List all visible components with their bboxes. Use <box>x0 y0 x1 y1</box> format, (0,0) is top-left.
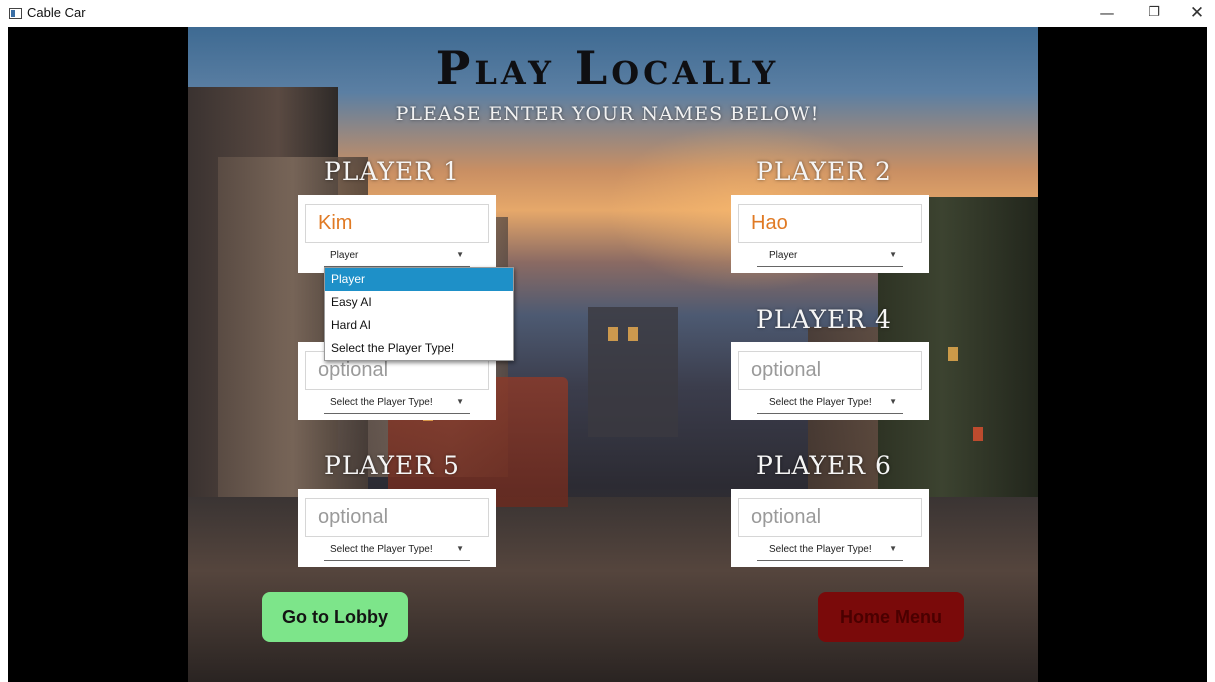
player-5-card: Select the Player Type! ▼ <box>298 489 496 567</box>
player-6-type-value: Select the Player Type! <box>769 544 872 555</box>
go-to-lobby-button[interactable]: Go to Lobby <box>262 592 408 642</box>
dropdown-option-player[interactable]: Player <box>325 268 513 291</box>
player-4-type-value: Select the Player Type! <box>769 397 872 408</box>
player-1-label: Player 1 <box>324 157 460 186</box>
window-light <box>628 327 638 341</box>
player-2-type-select[interactable]: Player ▼ <box>757 246 903 267</box>
window-title: Cable Car <box>27 5 86 20</box>
chevron-down-icon: ▼ <box>889 250 897 259</box>
chevron-down-icon: ▼ <box>456 250 464 259</box>
player-1-type-select[interactable]: Player ▼ <box>324 246 470 267</box>
player-4-card: Select the Player Type! ▼ <box>731 342 929 420</box>
player-2-name-input[interactable] <box>738 204 922 243</box>
page-title: Play Locally <box>435 41 780 95</box>
player-5-name-input[interactable] <box>305 498 489 537</box>
player-1-name-input[interactable] <box>305 204 489 243</box>
dropdown-option-select-type[interactable]: Select the Player Type! <box>325 337 513 360</box>
player-5-label: Player 5 <box>324 451 460 480</box>
player-5-type-select[interactable]: Select the Player Type! ▼ <box>324 540 470 561</box>
player-2-card: Player ▼ <box>731 195 929 273</box>
player-6-name-input[interactable] <box>738 498 922 537</box>
chevron-down-icon: ▼ <box>889 544 897 553</box>
home-menu-button[interactable]: Home Menu <box>818 592 964 642</box>
player-1-type-value: Player <box>330 250 359 261</box>
player-4-label: Player 4 <box>756 305 892 334</box>
close-button[interactable]: ✕ <box>1182 3 1212 23</box>
dropdown-option-easy-ai[interactable]: Easy AI <box>325 291 513 314</box>
player-2-label: Player 2 <box>756 157 892 186</box>
app-icon <box>9 8 22 19</box>
chevron-down-icon: ▼ <box>456 544 464 553</box>
player-3-type-value: Select the Player Type! <box>330 397 433 408</box>
page-subtitle: Please enter your names below! <box>395 103 820 125</box>
window-titlebar: Cable Car — ❐ ✕ <box>0 0 1215 27</box>
player-4-type-select[interactable]: Select the Player Type! ▼ <box>757 393 903 414</box>
chevron-down-icon: ▼ <box>889 397 897 406</box>
player-6-label: Player 6 <box>756 451 892 480</box>
player-2-type-value: Player <box>769 250 798 261</box>
player-5-type-value: Select the Player Type! <box>330 544 433 555</box>
player-6-card: Select the Player Type! ▼ <box>731 489 929 567</box>
chevron-down-icon: ▼ <box>456 397 464 406</box>
player-3-type-select[interactable]: Select the Player Type! ▼ <box>324 393 470 414</box>
player-6-type-select[interactable]: Select the Player Type! ▼ <box>757 540 903 561</box>
minimize-button[interactable]: — <box>1092 3 1122 23</box>
maximize-button[interactable]: ❐ <box>1139 3 1169 23</box>
dropdown-option-hard-ai[interactable]: Hard AI <box>325 314 513 337</box>
window-light <box>973 427 983 441</box>
window-light <box>608 327 618 341</box>
player-1-card: Player ▼ <box>298 195 496 273</box>
window-light <box>948 347 958 361</box>
player-type-dropdown: Player Easy AI Hard AI Select the Player… <box>324 267 514 361</box>
game-window: Play Locally Please enter your names bel… <box>8 27 1207 682</box>
player-4-name-input[interactable] <box>738 351 922 390</box>
